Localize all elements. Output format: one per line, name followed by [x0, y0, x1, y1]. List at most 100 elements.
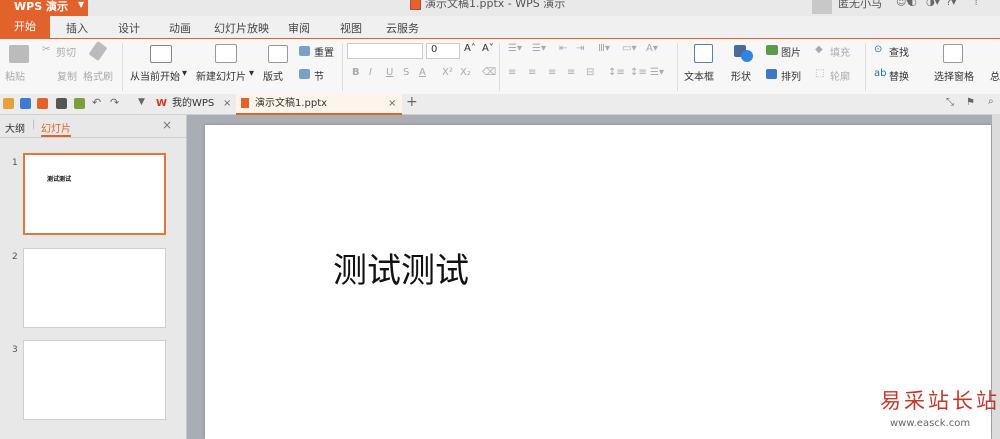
text-direction-icon[interactable]: Ⅲ▾ [598, 43, 610, 54]
tab-animation[interactable]: 动画 [169, 20, 191, 36]
bold-button[interactable]: B [352, 67, 360, 78]
close-icon[interactable]: × [388, 94, 396, 113]
minimize-ribbon-icon[interactable]: ⇡ [972, 0, 980, 8]
redo-icon[interactable]: ↷ [110, 96, 119, 109]
customize-dropdown-icon[interactable]: ▼ [138, 97, 145, 107]
tab-outline[interactable]: 大纲 [5, 120, 25, 135]
shape-button[interactable]: 形状 [731, 68, 751, 83]
font-size-dropdown[interactable]: 0 [426, 43, 460, 59]
strikethrough-button[interactable]: S [403, 67, 409, 78]
grow-font-icon[interactable]: A˄ [464, 43, 476, 54]
wps-logo-icon: W [156, 98, 168, 109]
font-color-button[interactable]: A [419, 67, 426, 78]
align-right-icon[interactable]: ≡ [548, 67, 556, 78]
align-center-icon[interactable]: ≡ [528, 67, 536, 78]
close-icon[interactable]: × [162, 118, 172, 132]
more-button[interactable]: 总 [990, 68, 1000, 83]
undo-icon[interactable]: ↶ [92, 96, 101, 109]
shrink-font-icon[interactable]: A˅ [482, 43, 494, 54]
presentation-file-icon [241, 98, 249, 108]
collapse-icon[interactable]: ⤡ [946, 97, 954, 108]
distribute-icon[interactable]: ⊟ [586, 67, 594, 78]
slide-text-box[interactable]: 测试测试 [333, 243, 469, 292]
fill-button[interactable]: 填充 [830, 44, 850, 59]
print-icon[interactable] [56, 98, 67, 109]
arrange-button[interactable]: 排列 [781, 68, 801, 83]
paragraph-spacing-icon[interactable]: ↕≡ [630, 67, 647, 78]
tab-home[interactable]: 开始 [0, 16, 50, 38]
new-tab-icon[interactable]: + [406, 94, 418, 110]
convert-smartart-icon[interactable]: A▾ [646, 43, 658, 54]
save-icon[interactable] [20, 98, 31, 109]
ribbon-divider [865, 43, 866, 91]
superscript-button[interactable]: X² [442, 67, 453, 78]
line-spacing-icon[interactable]: ↕≡ [608, 67, 625, 78]
replace-button[interactable]: 替换 [889, 68, 909, 83]
italic-button[interactable]: I [369, 67, 372, 78]
increase-indent-icon[interactable]: ⇥ [576, 43, 584, 54]
tab-design[interactable]: 设计 [118, 20, 140, 36]
app-menu-button[interactable]: WPS 演示 ▼ [0, 0, 88, 16]
tab-insert[interactable]: 插入 [66, 20, 88, 36]
decrease-indent-icon[interactable]: ⇤ [559, 43, 567, 54]
close-icon[interactable]: × [223, 94, 231, 113]
search-icon[interactable]: ⌕ [988, 96, 994, 107]
picture-button[interactable]: 图片 [781, 44, 801, 59]
slide-thumbnail-2[interactable] [23, 248, 166, 328]
avatar[interactable] [812, 0, 832, 14]
find-icon: ⊙ [874, 44, 883, 55]
user-name[interactable]: 匿无小马 [838, 0, 882, 11]
tab-my-wps[interactable]: W 我的WPS × [152, 94, 236, 113]
slide-thumbnail-1[interactable]: 测试测试 [23, 153, 166, 235]
tab-document[interactable]: 演示文稿1.pptx × [236, 94, 402, 115]
tab-slides[interactable]: 幻灯片 [41, 120, 71, 137]
tab-review[interactable]: 审阅 [288, 20, 310, 36]
selection-pane-button[interactable]: 选择窗格 [934, 68, 974, 83]
section-button[interactable]: 节 [314, 68, 324, 83]
export-pdf-icon[interactable] [37, 98, 48, 109]
shape-circle-icon [741, 50, 753, 62]
print-preview-icon[interactable] [74, 98, 85, 109]
font-name-dropdown[interactable] [347, 43, 423, 59]
share-icon[interactable]: ◐ [908, 0, 917, 8]
clear-format-icon[interactable]: ⌫ [482, 67, 496, 78]
picture-icon [766, 45, 778, 55]
format-painter-button[interactable]: 格式刷 [83, 68, 113, 83]
chevron-down-icon: ▼ [78, 0, 85, 9]
from-current-button[interactable]: 从当前开始 [130, 68, 180, 83]
paste-button[interactable]: 粘贴 [5, 68, 25, 83]
slide-canvas[interactable]: 测试测试 [205, 125, 991, 439]
subscript-button[interactable]: X₂ [460, 67, 471, 78]
paste-icon[interactable] [9, 45, 29, 63]
new-slide-button[interactable]: 新建幻灯片 [196, 68, 246, 83]
outline-button[interactable]: 轮廓 [830, 68, 850, 83]
new-slide-icon [215, 44, 237, 63]
skin-icon[interactable]: ◑▾ [926, 0, 940, 8]
slide-thumbnail-3[interactable] [23, 340, 166, 420]
flag-icon[interactable]: ⚑ [966, 97, 975, 108]
cut-button[interactable]: 剪切 [56, 44, 76, 59]
textbox-button[interactable]: 文本框 [684, 68, 714, 83]
columns-icon[interactable]: ☰▾ [650, 67, 664, 78]
bullet-list-icon[interactable]: ☰▾ [508, 43, 522, 54]
layout-button[interactable]: 版式 [263, 68, 283, 83]
tab-my-wps-label: 我的WPS [172, 98, 215, 109]
tab-divider: | [32, 119, 36, 130]
align-text-icon[interactable]: ▭▾ [622, 43, 636, 54]
align-left-icon[interactable]: ≡ [508, 67, 516, 78]
help-icon[interactable]: ?▾ [946, 0, 956, 8]
copy-button[interactable]: 复制 [57, 68, 77, 83]
selection-pane-icon [943, 44, 963, 63]
numbered-list-icon[interactable]: ☰▾ [532, 43, 546, 54]
tab-slideshow[interactable]: 幻灯片放映 [214, 20, 269, 36]
underline-button[interactable]: U [386, 67, 393, 78]
find-button[interactable]: 查找 [889, 44, 909, 59]
justify-icon[interactable]: ≡ [567, 67, 575, 78]
ribbon-divider [122, 43, 123, 91]
tab-view[interactable]: 视图 [340, 20, 362, 36]
reset-button[interactable]: 重置 [314, 44, 334, 59]
watermark-url: www.easck.com [890, 418, 971, 429]
tab-cloud[interactable]: 云服务 [386, 20, 419, 36]
layout-icon [268, 45, 288, 63]
open-folder-icon[interactable] [3, 98, 14, 109]
